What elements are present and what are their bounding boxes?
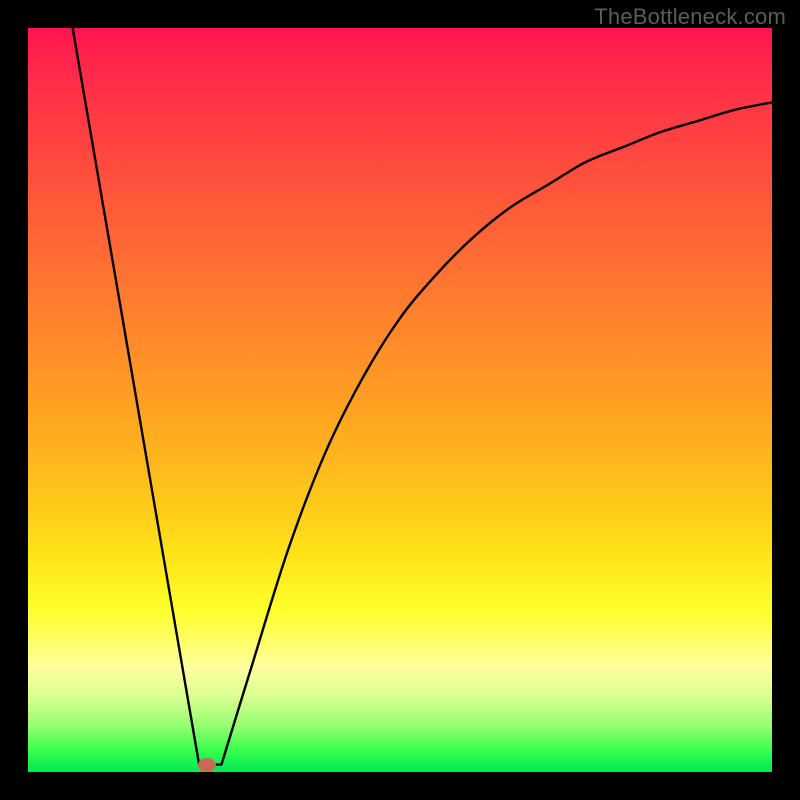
- min-point-marker: [198, 758, 216, 772]
- curve-path: [73, 28, 772, 765]
- watermark-text: TheBottleneck.com: [0, 4, 786, 30]
- bottleneck-curve: [28, 28, 772, 772]
- chart-frame: TheBottleneck.com: [0, 0, 800, 800]
- plot-area: [28, 28, 772, 772]
